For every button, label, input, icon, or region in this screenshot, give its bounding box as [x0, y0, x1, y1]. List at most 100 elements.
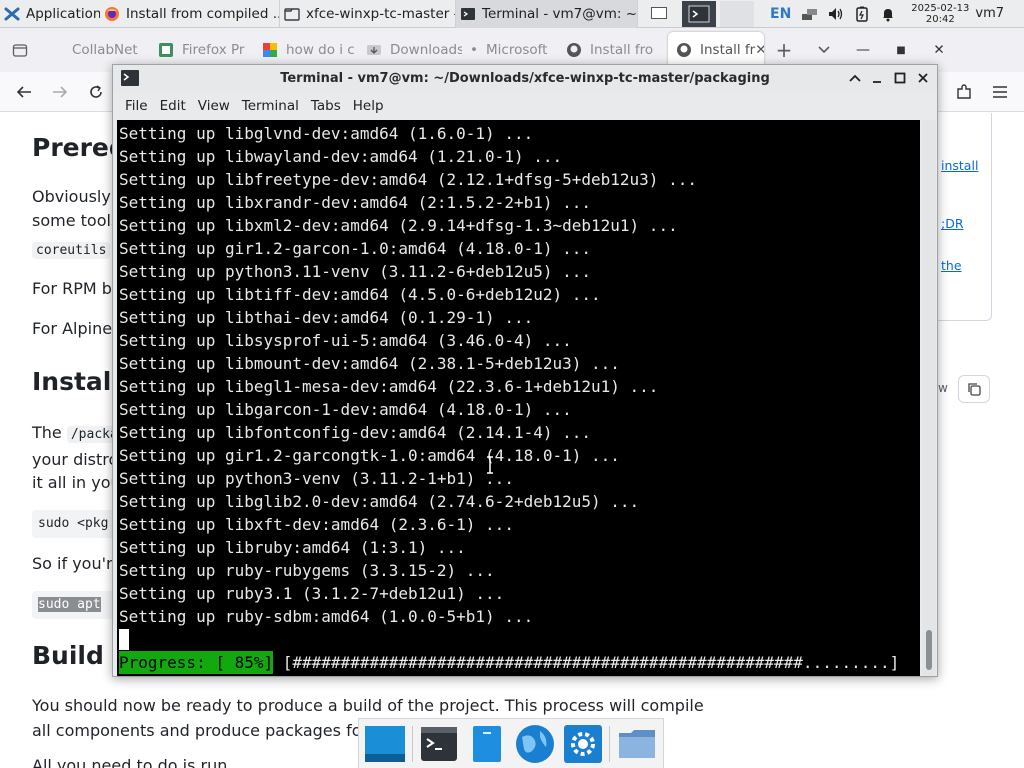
workspace-3[interactable]: [720, 0, 754, 27]
tab-label: Install fro: [590, 42, 654, 58]
terminal-line: Setting up libtiff-dev:amd64 (4.5.0-6+de…: [119, 285, 601, 304]
toc-link[interactable]: install: [941, 158, 978, 173]
paragraph-text: it all in you: [32, 473, 121, 492]
close-tab-icon[interactable]: ✕: [755, 42, 764, 58]
terminal-line: Setting up ruby3.1 (3.1.2-7+deb12u1) ...: [119, 584, 505, 603]
copy-button[interactable]: [958, 375, 990, 403]
terminal-line: Setting up libxft-dev:amd64 (2.3.6-1) ..…: [119, 515, 514, 534]
dock-separator: [609, 725, 611, 762]
toc-link[interactable]: the: [941, 258, 962, 273]
tab-downloads[interactable]: Downloads: [358, 32, 462, 68]
tab-install-from-1[interactable]: Install fro: [558, 32, 668, 68]
hamburger-menu-icon: [993, 86, 1007, 98]
arrow-right-icon: [53, 86, 68, 98]
minimize-button[interactable]: —: [844, 32, 882, 68]
folder-icon: [284, 6, 300, 22]
menu-help[interactable]: Help: [347, 98, 390, 114]
tab-install-from-2[interactable]: Install fr ✕: [668, 32, 764, 68]
github-icon: [566, 42, 582, 58]
tab-list-button[interactable]: [0, 32, 40, 68]
paragraph-text: The: [32, 423, 62, 442]
dock-folder[interactable]: [614, 721, 660, 767]
tab-microsoft[interactable]: • Microsoft: [462, 32, 558, 68]
download-icon: [366, 42, 382, 58]
forward-button[interactable]: [48, 80, 72, 104]
close-window-button[interactable]: ✕: [920, 32, 958, 68]
terminal-scrollbar[interactable]: [922, 120, 936, 676]
paragraph-text: So if you're: [32, 554, 123, 573]
back-button[interactable]: [12, 80, 36, 104]
clock[interactable]: 2025-02-13 20:42: [911, 3, 969, 25]
tab-label: Install fr: [700, 42, 756, 58]
tab-firefox-profile[interactable]: Firefox Pr: [150, 32, 254, 68]
microsoft-icon: •: [470, 42, 478, 58]
menu-file[interactable]: File: [119, 98, 154, 114]
dock-terminal[interactable]: [417, 721, 463, 767]
applications-menu[interactable]: Applications: [0, 0, 100, 28]
tab-list-dropdown[interactable]: [804, 32, 844, 68]
chevron-up-icon[interactable]: [846, 69, 864, 87]
menu-view[interactable]: View: [192, 98, 236, 114]
tab-collabnet[interactable]: CollabNet: [40, 32, 150, 68]
dock-settings[interactable]: [560, 721, 606, 767]
menu-terminal[interactable]: Terminal: [236, 98, 305, 114]
puzzle-icon: [957, 84, 971, 99]
battery-icon[interactable]: [853, 5, 871, 23]
terminal-title: Terminal - vm7@vm: ~/Downloads/xfce-winx…: [280, 70, 770, 86]
new-tab-button[interactable]: +: [764, 32, 804, 68]
maximize-button[interactable]: ■: [882, 32, 920, 68]
paragraph-text: You should now be ready to produce a bui…: [32, 696, 704, 715]
github-icon: [676, 42, 692, 58]
task-terminal[interactable]: Terminal - vm7@vm: ~...: [456, 0, 638, 28]
terminal-line: Setting up python3.11-venv (3.11.2-6+deb…: [119, 262, 592, 281]
dock-file-manager[interactable]: [464, 721, 510, 767]
task-firefox[interactable]: Install from compiled ...: [100, 0, 280, 28]
terminal-cursor: [119, 629, 129, 650]
tab-overview-icon: [12, 44, 28, 57]
toc-link[interactable]: ;DR: [941, 216, 964, 231]
network-icon[interactable]: [801, 5, 819, 23]
terminal-window: Terminal - vm7@vm: ~/Downloads/xfce-winx…: [112, 64, 938, 677]
dock-separator: [411, 725, 413, 762]
text-cursor-ibeam-icon: [487, 456, 493, 474]
user-menu[interactable]: vm7: [975, 6, 1004, 21]
terminal-output[interactable]: Setting up libglvnd-dev:amd64 (1.6.0-1) …: [117, 120, 920, 676]
terminal-line: Setting up libwayland-dev:amd64 (1.21.0-…: [119, 147, 563, 166]
notifications-bell-icon[interactable]: [879, 5, 897, 23]
extensions-button[interactable]: [952, 80, 976, 104]
arrow-left-icon: [16, 86, 31, 98]
menu-edit[interactable]: Edit: [154, 98, 192, 114]
reload-icon: [90, 85, 102, 98]
firefox-icon: [104, 6, 120, 22]
workspace-1[interactable]: [646, 1, 672, 27]
keyboard-layout-indicator[interactable]: EN: [770, 6, 791, 22]
terminal-line: Setting up gir1.2-garcon-1.0:amd64 (4.18…: [119, 239, 592, 258]
volume-icon[interactable]: [827, 5, 845, 23]
terminal-line: Setting up libglvnd-dev:amd64 (1.6.0-1) …: [119, 124, 534, 143]
tab-label: how do i c: [286, 42, 355, 58]
scrollbar-thumb[interactable]: [926, 630, 932, 670]
system-tray: EN 2025-02-13 20:42 vm7: [764, 3, 1008, 25]
workspace-2[interactable]: [682, 0, 716, 27]
tab-how-do-i[interactable]: how do i c: [254, 32, 358, 68]
web-browser-icon: [515, 724, 554, 763]
minimize-icon[interactable]: [868, 69, 886, 87]
close-icon[interactable]: [914, 69, 932, 87]
paragraph-text: all components and produce packages for …: [32, 721, 383, 740]
tab-label: Microsoft: [486, 42, 548, 58]
terminal-title-bar[interactable]: Terminal - vm7@vm: ~/Downloads/xfce-winx…: [113, 65, 937, 91]
app-menu-button[interactable]: [988, 80, 1012, 104]
maximize-icon[interactable]: [891, 69, 909, 87]
menu-tabs[interactable]: Tabs: [305, 98, 347, 114]
terminal-icon: [421, 726, 458, 761]
reload-button[interactable]: [84, 80, 108, 104]
show-desktop-button[interactable]: [362, 721, 408, 767]
file-manager-icon: [473, 725, 502, 762]
raw-button-label[interactable]: w: [938, 381, 948, 395]
firefox-profile-icon: [158, 42, 174, 58]
task-file-manager[interactable]: xfce-winxp-tc-master -...: [280, 0, 456, 28]
terminal-line: Setting up ruby-sdbm:amd64 (1.0.0-5+b1) …: [119, 607, 534, 626]
dock-web-browser[interactable]: [512, 721, 558, 767]
terminal-line: Setting up libxrandr-dev:amd64 (2:1.5.2-…: [119, 193, 592, 212]
dock: [358, 718, 664, 768]
